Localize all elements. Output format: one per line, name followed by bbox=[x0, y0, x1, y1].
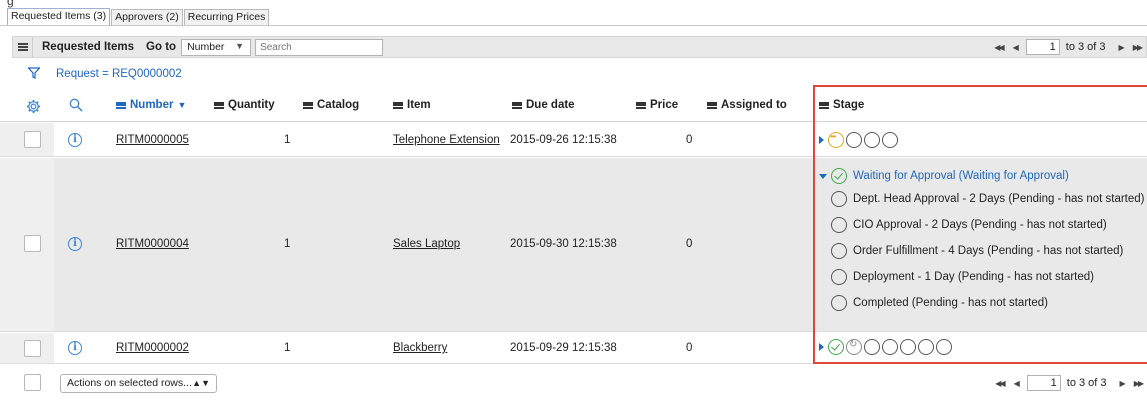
page-range-text: to 3 of 3 bbox=[1066, 377, 1107, 389]
number-link[interactable]: RITM0000005 bbox=[116, 134, 189, 146]
related-list-tabs: Requested Items (3) Approvers (2) Recurr… bbox=[0, 0, 1147, 26]
tab-requested-items[interactable]: Requested Items (3) bbox=[7, 8, 111, 25]
price-value: 0 bbox=[686, 342, 693, 354]
first-page-icon[interactable]: ◀◀ bbox=[994, 43, 1004, 52]
tab-approvers[interactable]: Approvers (2) bbox=[111, 9, 183, 25]
updown-icon: ▲▼ bbox=[192, 378, 210, 388]
actions-label: Actions on selected rows... bbox=[67, 377, 192, 389]
info-icon[interactable]: i bbox=[68, 341, 82, 355]
page-range-text: to 3 of 3 bbox=[1065, 41, 1106, 53]
select-all-checkbox[interactable] bbox=[24, 374, 41, 391]
search-icon[interactable] bbox=[69, 98, 83, 112]
list-title: Requested Items bbox=[42, 41, 135, 53]
column-menu-icon bbox=[303, 101, 313, 109]
goto-field-value: Number bbox=[187, 40, 225, 53]
column-label: Item bbox=[407, 99, 431, 111]
price-value: 0 bbox=[686, 134, 693, 146]
column-menu-icon bbox=[393, 101, 403, 109]
actions-select[interactable]: Actions on selected rows... ▲▼ bbox=[60, 374, 217, 393]
quantity-value: 1 bbox=[284, 238, 291, 250]
column-menu-icon bbox=[116, 101, 126, 109]
hamburger-icon bbox=[17, 43, 28, 51]
filter-icon[interactable] bbox=[28, 67, 40, 79]
column-header-price[interactable]: Price bbox=[636, 99, 678, 111]
row-checkbox[interactable] bbox=[24, 235, 41, 252]
goto-field-select[interactable]: Number ▼ bbox=[181, 38, 252, 56]
item-link[interactable]: Telephone Extension bbox=[393, 134, 500, 146]
last-page-icon[interactable]: ▶▶ bbox=[1133, 43, 1143, 52]
gear-icon[interactable] bbox=[26, 99, 41, 114]
next-page-icon[interactable]: ▶ bbox=[1120, 379, 1126, 388]
list-menu-button[interactable] bbox=[13, 37, 33, 57]
number-link[interactable]: RITM0000004 bbox=[116, 238, 189, 250]
page-number-input[interactable]: 1 bbox=[1026, 375, 1061, 391]
next-page-icon[interactable]: ▶ bbox=[1119, 43, 1125, 52]
column-header-item[interactable]: Item bbox=[393, 99, 431, 111]
column-header-assigned-to[interactable]: Assigned to bbox=[707, 99, 787, 111]
quantity-value: 1 bbox=[284, 134, 291, 146]
row-checkbox[interactable] bbox=[24, 131, 41, 148]
prev-page-icon[interactable]: ◀ bbox=[1013, 43, 1019, 52]
column-header-catalog[interactable]: Catalog bbox=[303, 99, 359, 111]
number-link[interactable]: RITM0000002 bbox=[116, 342, 189, 354]
item-link[interactable]: Blackberry bbox=[393, 342, 447, 354]
info-icon[interactable]: i bbox=[68, 237, 82, 251]
column-label: Price bbox=[650, 99, 679, 111]
tab-recurring-prices[interactable]: Recurring Prices bbox=[183, 9, 270, 25]
quantity-value: 1 bbox=[284, 342, 291, 354]
column-menu-icon bbox=[707, 101, 717, 109]
column-label: Quantity bbox=[228, 99, 275, 111]
goto-label: Go to bbox=[146, 41, 177, 53]
column-label: Number bbox=[130, 99, 174, 111]
item-link[interactable]: Sales Laptop bbox=[393, 238, 460, 250]
filter-breadcrumb[interactable]: Request = REQ0000002 bbox=[56, 68, 182, 80]
column-label: Assigned to bbox=[721, 99, 787, 111]
stage-column-highlight bbox=[813, 85, 1147, 364]
info-icon[interactable]: i bbox=[68, 133, 82, 147]
due-date-value: 2015-09-29 12:15:38 bbox=[510, 342, 617, 354]
column-label: Catalog bbox=[317, 99, 360, 111]
column-label: Due date bbox=[526, 99, 575, 111]
search-input[interactable] bbox=[255, 38, 384, 56]
due-date-value: 2015-09-26 12:15:38 bbox=[510, 134, 617, 146]
row-checkbox[interactable] bbox=[24, 340, 41, 357]
column-menu-icon bbox=[214, 101, 224, 109]
last-page-icon[interactable]: ▶▶ bbox=[1134, 379, 1144, 388]
column-header-number[interactable]: Number ▼ bbox=[116, 99, 186, 111]
sort-descending-icon: ▼ bbox=[177, 100, 187, 110]
column-header-due-date[interactable]: Due date bbox=[512, 99, 575, 111]
top-pager: ◀◀ ◀ 1 to 3 of 3 ▶ ▶▶ bbox=[989, 37, 1146, 57]
page-number-input[interactable]: 1 bbox=[1025, 39, 1060, 55]
dropdown-caret-icon: ▼ bbox=[235, 40, 245, 51]
prev-page-icon[interactable]: ◀ bbox=[1014, 379, 1020, 388]
column-menu-icon bbox=[636, 101, 646, 109]
price-value: 0 bbox=[686, 238, 693, 250]
list-toolbar: Requested Items Go to Number ▼ ◀◀ ◀ 1 to… bbox=[12, 36, 1147, 58]
first-page-icon[interactable]: ◀◀ bbox=[995, 379, 1005, 388]
column-menu-icon bbox=[512, 101, 522, 109]
bottom-pager: ◀◀ ◀ 1 to 3 of 3 ▶ ▶▶ bbox=[990, 373, 1147, 393]
due-date-value: 2015-09-30 12:15:38 bbox=[510, 238, 617, 250]
column-header-quantity[interactable]: Quantity bbox=[214, 99, 275, 111]
